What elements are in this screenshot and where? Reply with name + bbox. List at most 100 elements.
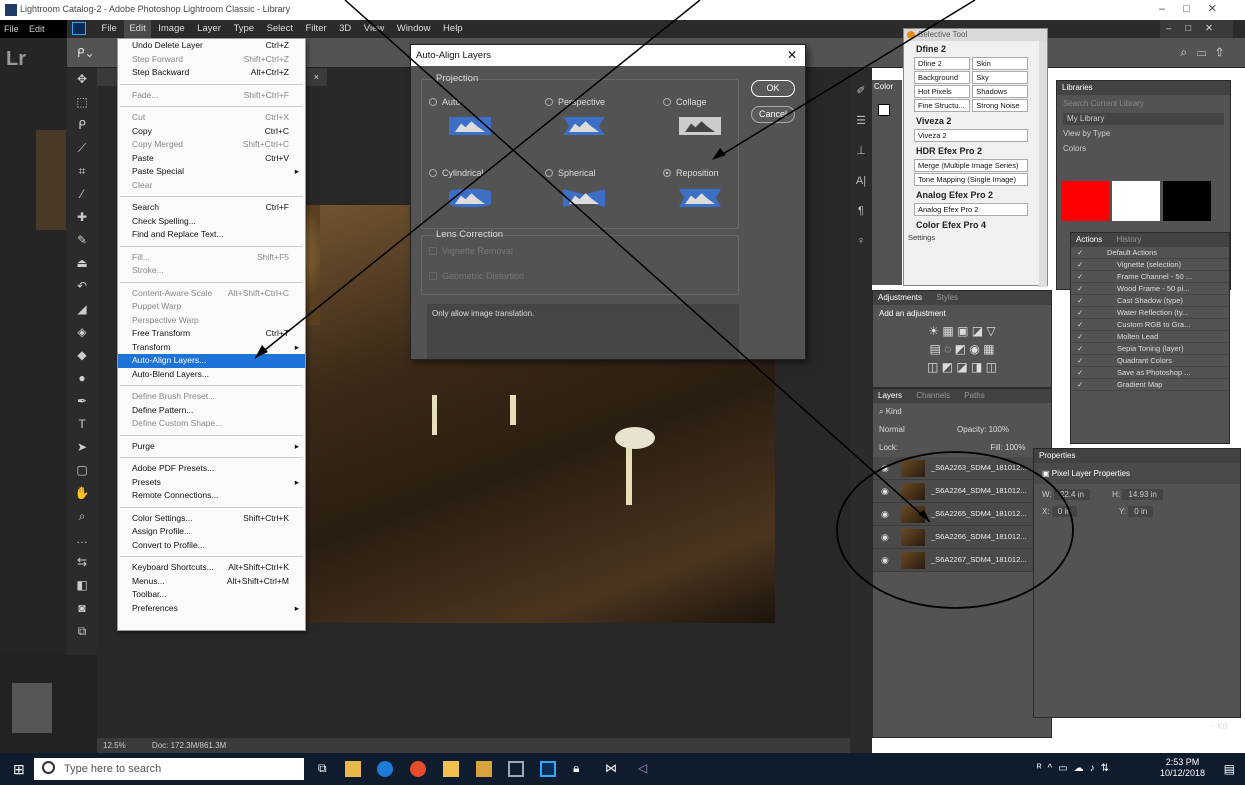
strong-noise-button[interactable]: Strong Noise xyxy=(972,99,1029,112)
check-icon[interactable]: ✓ xyxy=(1077,295,1083,307)
menu-item[interactable]: Convert to Profile... xyxy=(118,539,305,553)
search-share-icons[interactable]: ⌕▭⇧ xyxy=(1180,45,1233,60)
swap-colors-icon[interactable]: ⇆ xyxy=(67,551,97,574)
lasso-tool-icon[interactable]: ᑭ⌄ xyxy=(77,46,95,60)
menu-item[interactable]: Paste Special xyxy=(118,165,305,179)
close-icon[interactable]: ✕ xyxy=(787,45,797,66)
check-icon[interactable]: ✓ xyxy=(1077,331,1083,343)
check-icon[interactable]: ✓ xyxy=(1077,307,1083,319)
zoom-tool-icon[interactable]: ⌕ xyxy=(67,505,97,528)
menu-item[interactable]: Define Custom Shape... xyxy=(118,417,305,431)
check-icon[interactable]: ✓ xyxy=(1077,247,1083,259)
blend-mode-select[interactable]: Normal xyxy=(879,425,905,434)
lasso-tool-icon[interactable]: ᑭ xyxy=(67,114,97,137)
check-icon[interactable]: ✓ xyxy=(1077,343,1083,355)
check-icon[interactable]: ✓ xyxy=(1077,319,1083,331)
library-view-by[interactable]: View by Type xyxy=(1063,128,1224,140)
windows-start-icon[interactable]: ⊞ xyxy=(13,761,25,778)
notification-icon[interactable]: ▤ xyxy=(1224,762,1235,776)
width-field[interactable]: 22.4 in xyxy=(1053,489,1090,500)
library-colors-header[interactable]: Colors xyxy=(1063,143,1224,155)
action-row[interactable]: ✓ Wood Frame - 50 pi... xyxy=(1071,283,1229,295)
color-swatches-icon[interactable]: ◧ xyxy=(67,574,97,597)
layers-filter-kind[interactable]: ⌕ Kind xyxy=(873,403,1051,421)
swatch-black[interactable] xyxy=(1163,181,1211,221)
menu-item[interactable]: Step Forward Shift+Ctrl+Z xyxy=(118,53,305,67)
height-field[interactable]: 14.93 in xyxy=(1122,489,1163,500)
settings-link[interactable]: Settings xyxy=(904,233,1047,242)
viveza-button[interactable]: Viveza 2 xyxy=(914,129,1028,142)
shadows-button[interactable]: Shadows xyxy=(972,85,1029,98)
menu-item[interactable]: Copy Merged Shift+Ctrl+C xyxy=(118,138,305,152)
option-cylindrical[interactable]: Cylindrical xyxy=(429,168,484,178)
menu-item[interactable]: Content-Aware Scale Alt+Shift+Ctrl+C xyxy=(118,287,305,301)
hot-pixels-button[interactable]: Hot Pixels xyxy=(914,85,970,98)
option-spherical[interactable]: Spherical xyxy=(545,168,596,178)
cancel-button[interactable]: Cancel xyxy=(751,106,795,123)
menu-item[interactable]: Auto-Blend Layers... xyxy=(118,368,305,382)
menu-item[interactable]: Transform xyxy=(118,341,305,355)
paint-bucket-icon[interactable]: ◈ xyxy=(67,321,97,344)
move-tool-icon[interactable]: ✥ xyxy=(67,68,97,91)
menu-item[interactable]: Remote Connections... xyxy=(118,489,305,503)
actions-tab[interactable]: Actions xyxy=(1076,235,1102,244)
dfine-section[interactable]: Dfine 2 xyxy=(904,41,1047,57)
library-select[interactable]: My Library xyxy=(1063,113,1224,125)
menu-item[interactable]: Presets xyxy=(118,476,305,490)
menu-item[interactable]: Step Backward Alt+Ctrl+Z xyxy=(118,66,305,80)
action-row[interactable]: ✓ Vignette (selection) xyxy=(1071,259,1229,271)
menu-item[interactable]: Fill... Shift+F5 xyxy=(118,251,305,265)
menu-item[interactable]: Check Spelling... xyxy=(118,215,305,229)
action-row[interactable]: ✓ Molten Lead xyxy=(1071,331,1229,343)
paths-tab[interactable]: Paths xyxy=(964,391,984,400)
menu-item[interactable]: Puppet Warp xyxy=(118,300,305,314)
shape-tool-icon[interactable]: ▢ xyxy=(67,459,97,482)
background-button[interactable]: Background xyxy=(914,71,970,84)
light-panel-icon[interactable]: ♀ xyxy=(850,226,872,256)
hdr-tone-button[interactable]: Tone Mapping (Single Image) xyxy=(914,173,1028,186)
color-tab[interactable]: Color xyxy=(872,80,902,93)
eyedropper-icon[interactable]: ⁄ xyxy=(67,183,97,206)
ps-menu-window[interactable]: Window xyxy=(392,20,436,38)
skin-button[interactable]: Skin xyxy=(972,57,1029,70)
zoom-level[interactable]: 12.5% xyxy=(103,741,126,750)
filmstrip-thumbnail[interactable] xyxy=(12,683,52,733)
ps-menu-view[interactable]: View xyxy=(359,20,389,38)
blur-tool-icon[interactable]: ◆ xyxy=(67,344,97,367)
menu-item[interactable]: Define Brush Preset... xyxy=(118,390,305,404)
menu-item[interactable]: Undo Delete Layer Ctrl+Z xyxy=(118,39,305,53)
eraser-icon[interactable]: ◢ xyxy=(67,298,97,321)
x-field[interactable]: 0 in xyxy=(1051,506,1077,517)
lock-icon[interactable]: 🔒︎ xyxy=(573,761,589,777)
check-icon[interactable]: ✓ xyxy=(1077,271,1083,283)
menu-item[interactable]: Color Settings... Shift+Ctrl+K xyxy=(118,512,305,526)
visual-studio-icon[interactable]: ⋈ xyxy=(605,761,621,777)
window-controls[interactable]: –□✕ xyxy=(1159,2,1235,15)
quick-mask-icon[interactable]: ◙ xyxy=(67,597,97,620)
fine-structure-button[interactable]: Fine Structu... xyxy=(914,99,970,112)
eye-icon[interactable]: ◉ xyxy=(881,509,889,520)
action-row[interactable]: ✓ Cast Shadow (type) xyxy=(1071,295,1229,307)
menu-item[interactable]: Copy Ctrl+C xyxy=(118,125,305,139)
opacity-field[interactable]: Opacity: 100% xyxy=(957,425,1009,434)
menu-item[interactable]: Fade... Shift+Ctrl+F xyxy=(118,89,305,103)
layer-row[interactable]: ◉ _S6A2264_SDM4_181012... xyxy=(873,480,1051,503)
hand-tool-icon[interactable]: ✋ xyxy=(67,482,97,505)
sky-button[interactable]: Sky xyxy=(972,71,1029,84)
check-icon[interactable]: ✓ xyxy=(1077,259,1083,271)
chrome-icon[interactable] xyxy=(410,761,426,777)
marquee-tool-icon[interactable]: ⬚ xyxy=(67,91,97,114)
task-view-icon[interactable]: ⧉ xyxy=(318,761,334,777)
ps-menu-3d[interactable]: 3D xyxy=(334,20,356,38)
layer-row[interactable]: ◉ _S6A2263_SDM4_181012... xyxy=(873,457,1051,480)
option-collage[interactable]: Collage xyxy=(663,97,707,107)
character-panel-icon[interactable]: A| xyxy=(850,166,872,196)
option-reposition[interactable]: Reposition xyxy=(663,168,719,178)
pen-tool-icon[interactable]: ✒ xyxy=(67,390,97,413)
healing-brush-icon[interactable]: ✚ xyxy=(67,206,97,229)
adjust-panel-icon[interactable]: ☰ xyxy=(850,106,872,136)
media-icon[interactable] xyxy=(476,761,492,777)
swatch-white[interactable] xyxy=(1112,181,1160,221)
menu-item[interactable]: Free Transform Ctrl+T xyxy=(118,327,305,341)
path-select-icon[interactable]: ➤ xyxy=(67,436,97,459)
